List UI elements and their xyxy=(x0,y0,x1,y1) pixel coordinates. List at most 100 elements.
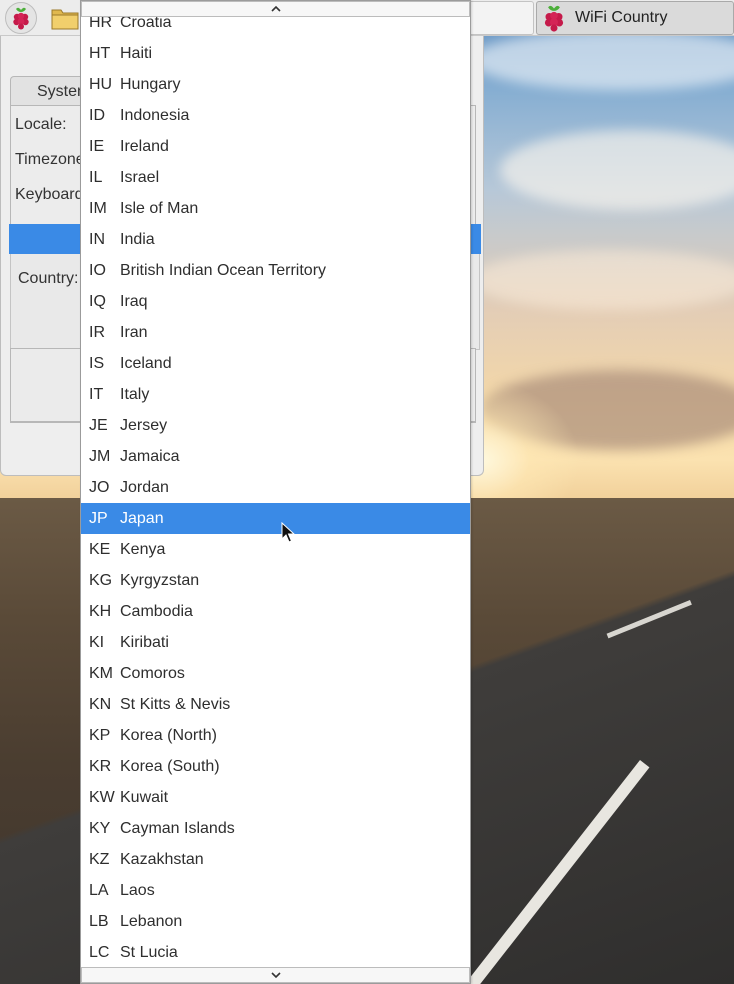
country-name: Korea (South) xyxy=(120,757,220,775)
country-code: KI xyxy=(89,633,105,651)
country-code: KH xyxy=(89,602,112,620)
country-code: KY xyxy=(89,819,111,837)
chevron-down-icon xyxy=(270,972,281,979)
file-manager-launcher[interactable] xyxy=(50,4,80,32)
country-name: Ireland xyxy=(120,137,169,155)
country-option[interactable]: KY Cayman Islands xyxy=(81,813,470,844)
country-option[interactable]: HU Hungary xyxy=(81,69,470,100)
tab-system[interactable]: System xyxy=(10,76,90,106)
country-option[interactable]: IS Iceland xyxy=(81,348,470,379)
country-code: LC xyxy=(89,943,110,961)
raspberry-pi-icon xyxy=(13,7,29,30)
country-option[interactable]: LC St Lucia xyxy=(81,937,470,968)
country-option[interactable]: LB Lebanon xyxy=(81,906,470,937)
country-name: British Indian Ocean Territory xyxy=(120,261,327,279)
country-name: Iceland xyxy=(120,354,172,372)
taskbar-window-label: WiFi Country xyxy=(575,9,668,26)
country-code: IS xyxy=(89,354,105,372)
raspberry-pi-icon xyxy=(544,5,564,32)
mouse-cursor-icon xyxy=(281,522,295,543)
taskbar-window-button[interactable] xyxy=(466,1,534,35)
country-name: St Lucia xyxy=(120,943,178,961)
country-name: Laos xyxy=(120,881,155,899)
country-dropdown-list[interactable]: HR Croatia HT Haiti HU Hungary ID Indonesia IE Ir… xyxy=(80,0,471,984)
country-code: HT xyxy=(89,44,111,62)
applications-menu-button[interactable] xyxy=(5,2,37,34)
country-option[interactable]: KW Kuwait xyxy=(81,782,470,813)
country-code: KW xyxy=(89,788,115,806)
country-code: JP xyxy=(89,509,108,527)
country-name: Israel xyxy=(120,168,160,186)
country-code: LA xyxy=(89,881,109,899)
country-name: Comoros xyxy=(120,664,185,682)
country-option[interactable]: IR Iran xyxy=(81,317,470,348)
country-code: IT xyxy=(89,385,104,403)
scroll-up-button[interactable] xyxy=(81,1,470,17)
country-option[interactable]: IE Ireland xyxy=(81,131,470,162)
country-name: Kenya xyxy=(120,540,166,558)
taskbar-window-button-wifi-country[interactable]: WiFi Country xyxy=(536,1,734,35)
country-code: JM xyxy=(89,447,111,465)
scroll-down-button[interactable] xyxy=(81,967,470,983)
chevron-up-icon xyxy=(270,5,281,12)
country-code: KN xyxy=(89,695,112,713)
country-code: KR xyxy=(89,757,112,775)
country-name: Hungary xyxy=(120,75,181,93)
country-name: India xyxy=(120,230,155,248)
country-code: IL xyxy=(89,168,103,186)
country-code: IQ xyxy=(89,292,106,310)
country-option[interactable]: KZ Kazakhstan xyxy=(81,844,470,875)
country-name: Lebanon xyxy=(120,912,183,930)
country-name: Indonesia xyxy=(120,106,190,124)
folder-icon xyxy=(51,9,79,30)
country-option-selected[interactable]: JP Japan xyxy=(81,503,470,534)
country-name: Haiti xyxy=(120,44,153,62)
country-option[interactable]: JE Jersey xyxy=(81,410,470,441)
country-option[interactable]: KP Korea (North) xyxy=(81,720,470,751)
country-option[interactable]: IO British Indian Ocean Territory xyxy=(81,255,470,286)
country-code: IN xyxy=(89,230,105,248)
country-option[interactable]: IM Isle of Man xyxy=(81,193,470,224)
country-option[interactable]: JO Jordan xyxy=(81,472,470,503)
country-name: Jamaica xyxy=(120,447,180,465)
country-option[interactable]: IN India xyxy=(81,224,470,255)
country-label: Country: xyxy=(18,270,79,287)
keyboard-label: Keyboard xyxy=(15,186,84,203)
country-name: St Kitts & Nevis xyxy=(120,695,231,713)
locale-label: Locale: xyxy=(15,116,67,133)
country-code: KE xyxy=(89,540,111,558)
country-list: HR Croatia HT Haiti HU Hungary ID Indonesia IE Ir… xyxy=(81,7,470,968)
country-option[interactable]: JM Jamaica xyxy=(81,441,470,472)
country-code: JE xyxy=(89,416,108,434)
timezone-label: Timezone xyxy=(15,151,85,168)
country-name: Iraq xyxy=(120,292,148,310)
country-name: Kiribati xyxy=(120,633,169,651)
country-code: KZ xyxy=(89,850,110,868)
country-code: IO xyxy=(89,261,106,279)
country-code: IE xyxy=(89,137,105,155)
country-option[interactable]: LA Laos xyxy=(81,875,470,906)
country-option[interactable]: KH Cambodia xyxy=(81,596,470,627)
country-option[interactable]: KR Korea (South) xyxy=(81,751,470,782)
country-name: Cayman Islands xyxy=(120,819,235,837)
country-name: Kuwait xyxy=(120,788,169,806)
country-name: Iran xyxy=(120,323,148,341)
country-option[interactable]: KM Comoros xyxy=(81,658,470,689)
country-option[interactable]: KN St Kitts & Nevis xyxy=(81,689,470,720)
country-code: KP xyxy=(89,726,111,744)
country-option[interactable]: ID Indonesia xyxy=(81,100,470,131)
country-name: Japan xyxy=(120,509,164,527)
country-option[interactable]: IT Italy xyxy=(81,379,470,410)
country-code: KG xyxy=(89,571,113,589)
country-code: LB xyxy=(89,912,109,930)
country-option[interactable]: HT Haiti xyxy=(81,38,470,69)
country-option[interactable]: IQ Iraq xyxy=(81,286,470,317)
country-option[interactable]: KI Kiribati xyxy=(81,627,470,658)
country-option[interactable]: KE Kenya xyxy=(81,534,470,565)
country-code: HU xyxy=(89,75,113,93)
country-code: KM xyxy=(89,664,113,682)
country-name: Isle of Man xyxy=(120,199,199,217)
country-code: JO xyxy=(89,478,110,496)
country-option[interactable]: IL Israel xyxy=(81,162,470,193)
country-option[interactable]: KG Kyrgyzstan xyxy=(81,565,470,596)
